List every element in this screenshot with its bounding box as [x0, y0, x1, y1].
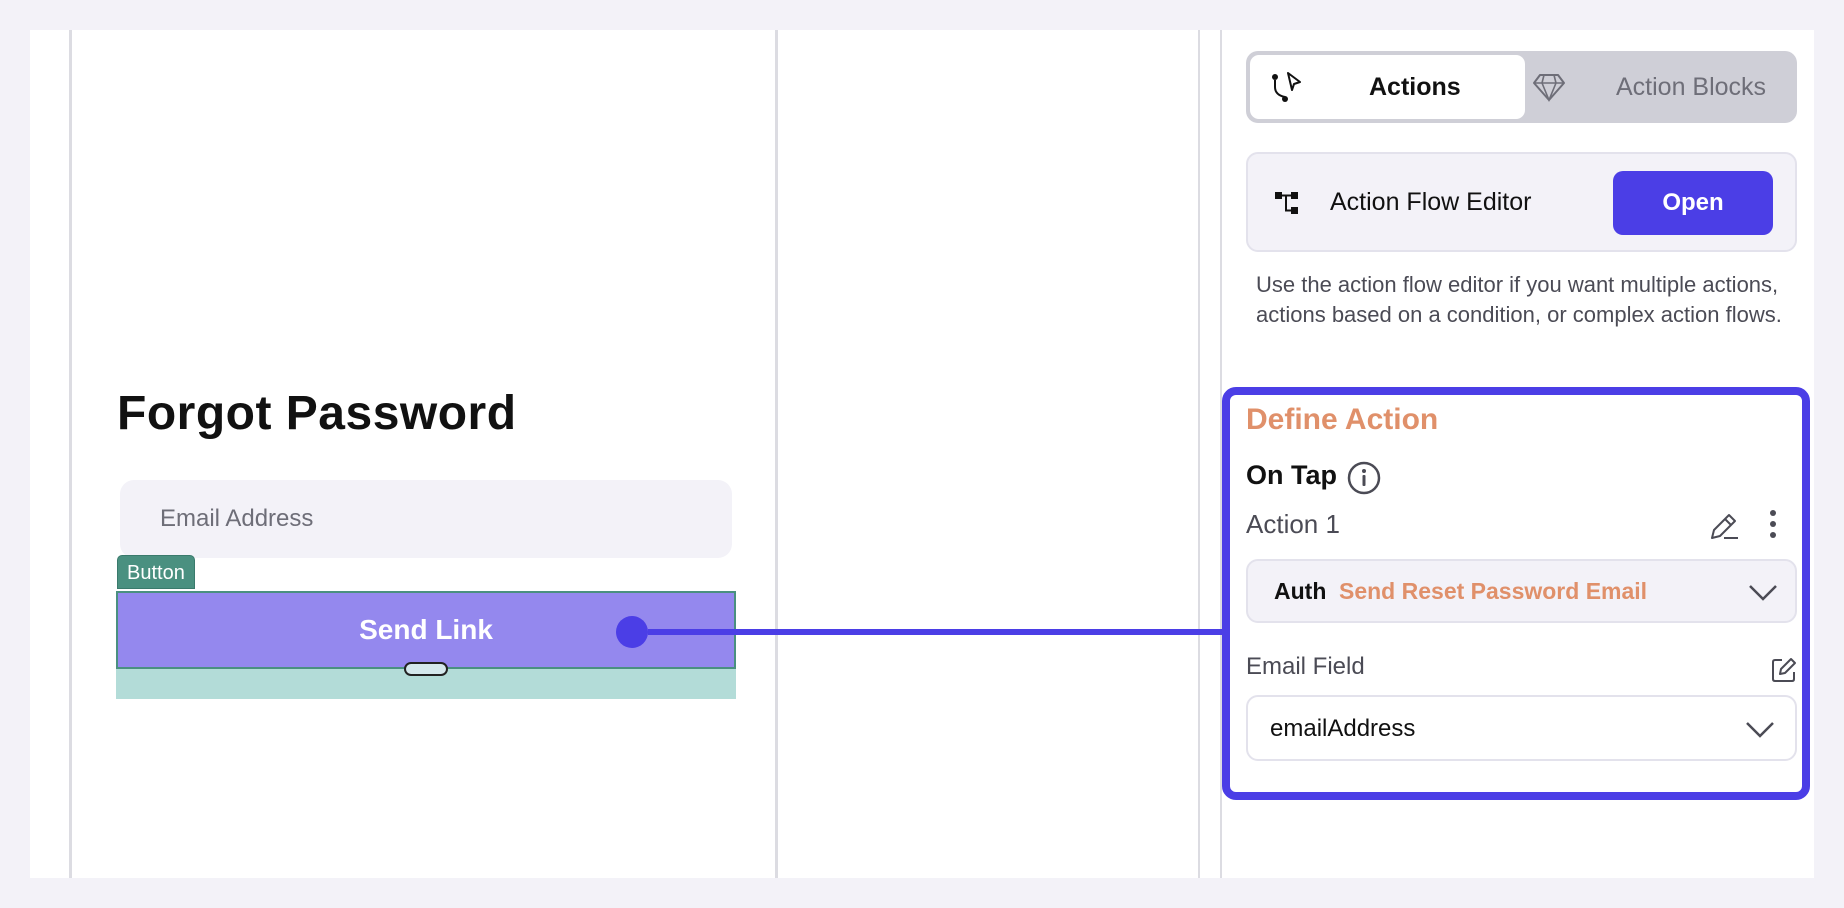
canvas-border-right	[775, 30, 778, 878]
action-type-dropdown[interactable]: Auth Send Reset Password Email	[1246, 559, 1797, 623]
open-flow-editor-button[interactable]: Open	[1613, 171, 1773, 235]
connector-dot	[616, 616, 648, 648]
email-field-label: Email Field	[1246, 653, 1365, 680]
tab-actions[interactable]: Actions	[1250, 55, 1525, 119]
workspace: Forgot Password Button Send Link Actions…	[30, 30, 1814, 878]
resize-handle[interactable]	[404, 662, 448, 676]
flow-editor-description: Use the action flow editor if you want m…	[1256, 272, 1782, 327]
pencil-icon[interactable]	[1708, 510, 1740, 542]
diamond-icon	[1533, 74, 1565, 103]
action-type-value: Send Reset Password Email	[1339, 578, 1648, 604]
chevron-down-icon	[1746, 722, 1774, 738]
send-link-label: Send Link	[359, 614, 493, 645]
tab-action-blocks[interactable]: Action Blocks	[1525, 55, 1793, 119]
page-title[interactable]: Forgot Password	[117, 386, 517, 441]
panel-tabs: Actions Action Blocks	[1246, 51, 1797, 123]
info-icon[interactable]	[1346, 460, 1382, 496]
chevron-down-icon	[1749, 585, 1777, 601]
more-vertical-icon[interactable]	[1768, 508, 1778, 540]
tab-action-blocks-label: Action Blocks	[1616, 72, 1767, 101]
edit-square-icon[interactable]	[1770, 656, 1798, 684]
define-action-title: Define Action	[1246, 403, 1439, 436]
email-field-value: emailAddress	[1270, 715, 1416, 742]
trigger-label: On Tap	[1246, 460, 1337, 490]
action-name: Action 1	[1246, 509, 1340, 539]
connector-line	[648, 629, 1238, 635]
panel-divider	[1198, 30, 1200, 878]
flow-cursor-icon	[1272, 72, 1301, 102]
tab-actions-label: Actions	[1369, 72, 1461, 101]
widget-type-tag: Button	[117, 555, 195, 589]
flow-tree-icon	[1275, 192, 1298, 214]
phone-canvas	[72, 30, 809, 878]
action-category-label: Auth	[1274, 578, 1327, 604]
action-flow-editor-label: Action Flow Editor	[1330, 188, 1532, 216]
email-field-dropdown[interactable]: emailAddress	[1246, 695, 1797, 761]
action-flow-editor-card: Action Flow Editor Open	[1246, 152, 1797, 252]
email-input[interactable]	[120, 480, 732, 558]
